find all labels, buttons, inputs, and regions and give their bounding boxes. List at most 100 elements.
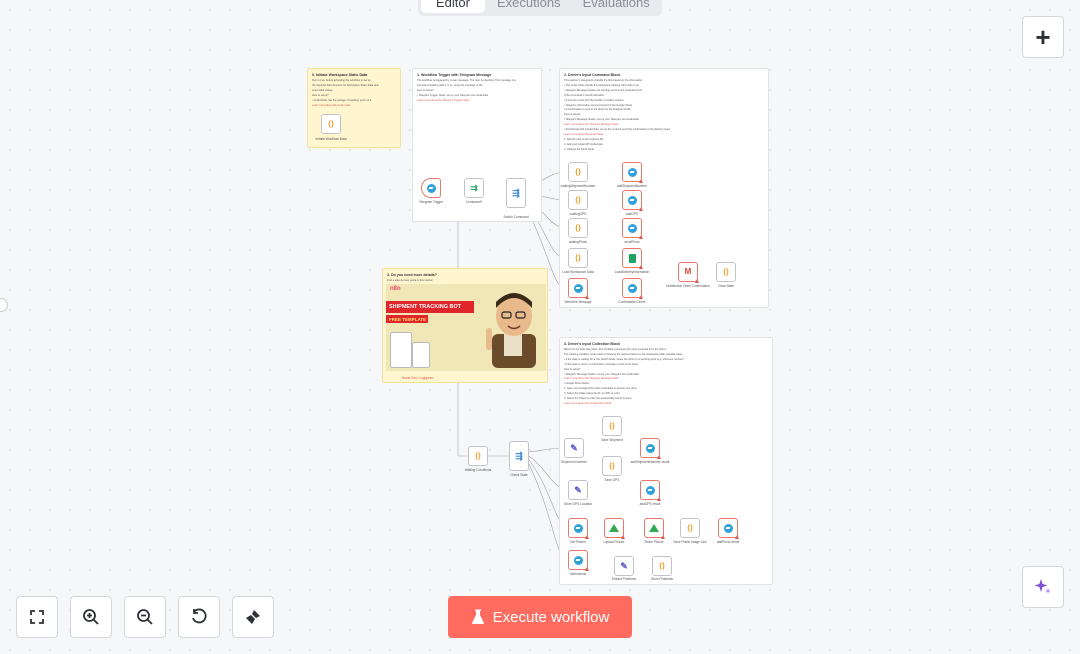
fit-view-icon [30, 610, 44, 624]
node-save-public-image-link[interactable]: {} [680, 518, 700, 538]
node-check-state[interactable]: ⇶ [509, 441, 529, 471]
tutorial-thumbnail[interactable]: n8n SHIPMENT TRACKING BOT FREE TEMPLATE [386, 284, 546, 371]
node-get-picture[interactable] [568, 518, 589, 539]
flask-icon [471, 609, 484, 624]
node-label: Initiate Workflow Data [315, 137, 347, 141]
sticky-line: • If the state is done: a confirmation m… [564, 362, 639, 366]
sticky-line: How to setup? [312, 93, 329, 97]
sticky-link[interactable]: Learn more about the Telegram Message No… [564, 377, 768, 380]
reset-zoom-button[interactable] [178, 596, 220, 638]
node-label: Share Picture [644, 540, 664, 544]
sticky-line: • Telegram Information sent and stored i… [564, 103, 633, 107]
telegram-icon [426, 183, 436, 193]
node-label: addShipmentNumber result [630, 460, 670, 464]
sticky-line: • Code Node: Set the storage of tracking… [312, 98, 372, 102]
node-load-workspace-data[interactable]: {} [568, 248, 588, 268]
node-label: Telegram Trigger [419, 200, 443, 204]
node-add-photo-result[interactable] [718, 518, 739, 539]
execute-workflow-button[interactable]: Execute workflow [448, 596, 632, 638]
add-node-button[interactable]: + [1022, 16, 1064, 58]
code-icon: {} [575, 195, 581, 205]
zoom-in-button[interactable] [70, 596, 112, 638]
node-clear-state[interactable]: {} [716, 262, 736, 282]
node-waiting-shipment-number[interactable]: {} [568, 162, 588, 182]
node-distribution-team-confirmation[interactable]: M [678, 262, 699, 283]
sticky-line: The workflow is triggered by a user mess… [417, 79, 516, 82]
node-waiting-conditions[interactable]: {} [468, 446, 488, 466]
node-label: Load Workspace Data [562, 270, 594, 274]
node-shipment-number[interactable]: ✎ [564, 438, 584, 458]
sticky-link[interactable]: Learn more about the Telegram Trigger No… [417, 99, 537, 102]
node-label: Instructions [569, 572, 587, 576]
sticky-link[interactable]: Learn more about the Telegram Message No… [564, 123, 764, 126]
node-add-gps[interactable] [622, 190, 643, 211]
node-save-gps[interactable]: {} [602, 456, 622, 476]
tab-editor[interactable]: Editor [421, 0, 485, 13]
telegram-icon [627, 283, 637, 293]
ai-assistant-button[interactable] [1022, 566, 1064, 608]
node-label: Welcome Message [564, 300, 592, 304]
sticky-line: 3. Select the Share in order the accessi… [564, 397, 632, 401]
node-save-shipment[interactable]: {} [602, 416, 622, 436]
node-label: Save GPS [604, 478, 620, 482]
node-waiting-photo[interactable]: {} [568, 218, 588, 238]
node-label: Command? [465, 200, 483, 204]
warning-icon [585, 567, 589, 571]
code-icon: {} [687, 523, 693, 533]
node-label: waitingPhoto [568, 240, 588, 244]
telegram-icon [627, 223, 637, 233]
node-label: Shipment Number [561, 460, 587, 464]
node-instructions[interactable] [568, 550, 589, 571]
node-extract-problems[interactable]: ✎ [614, 556, 634, 576]
node-initiate-workflow-data[interactable]: {} [321, 114, 341, 134]
node-add-gps-result[interactable] [640, 480, 661, 501]
node-load-delivery-information[interactable] [622, 248, 643, 269]
sticky-link[interactable]: Learn more about the Gmail Node [564, 133, 764, 136]
node-label: addShipmentNumber [616, 184, 648, 188]
node-label: Store GPS Location [563, 502, 593, 506]
sticky-link[interactable]: Learn more about the Code node [312, 104, 396, 107]
code-icon: {} [475, 451, 481, 461]
node-send-photo[interactable] [622, 218, 643, 239]
sticky-line: command (starting with /). If so, route … [417, 83, 483, 87]
sticky-line: 1. Save your Google Drive with credentia… [564, 387, 637, 391]
warning-icon [639, 295, 643, 299]
sticky-line: • Telegram Message Nodes are sending use… [564, 88, 643, 92]
node-label: Extract Problems [611, 577, 637, 581]
node-store-gps-location[interactable]: ✎ [568, 480, 588, 500]
zoom-in-icon [83, 609, 99, 625]
google-drive-icon [609, 524, 619, 532]
sticky-line: 1. Add the path of the recipient file [564, 137, 604, 141]
sticky-line: How to setup? [564, 113, 581, 117]
fit-view-button[interactable] [16, 596, 58, 638]
sticky-note-init[interactable]: 0. Initiate Workspace Static Data Run it… [307, 68, 401, 148]
node-store-problems[interactable]: {} [652, 556, 672, 576]
zoom-out-button[interactable] [124, 596, 166, 638]
node-upload-picture[interactable] [604, 518, 625, 539]
sticky-link[interactable]: Learn more about the Google Drive Node [564, 402, 768, 405]
node-command-if[interactable]: ⇉ [464, 178, 484, 198]
sticky-line: • Google Drive Nodes: [564, 382, 590, 386]
tab-evaluations[interactable]: Evaluations [573, 0, 660, 13]
warning-icon [695, 279, 699, 283]
code-icon: {} [609, 461, 615, 471]
node-add-shipment-number-result[interactable] [640, 438, 661, 459]
sticky-line: • Telegram Message Nodes: set up your Te… [564, 372, 639, 376]
node-telegram-trigger[interactable] [421, 178, 441, 198]
edit-pen-icon: ✎ [574, 484, 582, 495]
node-welcome-message[interactable] [568, 278, 589, 299]
tab-executions[interactable]: Executions [487, 0, 571, 13]
promo-subheadline: FREE TEMPLATE [386, 315, 428, 323]
node-label: Waiting Conditions [464, 468, 492, 472]
sticky-line: • If the state is waiting for a: the Swi… [564, 357, 684, 361]
tidy-up-button[interactable] [232, 596, 274, 638]
node-switch-command[interactable]: ⇶ [506, 178, 526, 208]
node-share-picture[interactable] [644, 518, 665, 539]
canvas-edge-handle[interactable] [0, 298, 8, 312]
tidy-up-icon [246, 610, 260, 624]
warning-icon [621, 535, 625, 539]
node-confirmation-driver[interactable] [622, 278, 643, 299]
node-waiting-gps[interactable]: {} [568, 190, 588, 210]
node-add-shipment-number[interactable] [622, 162, 643, 183]
warning-icon [657, 497, 661, 501]
